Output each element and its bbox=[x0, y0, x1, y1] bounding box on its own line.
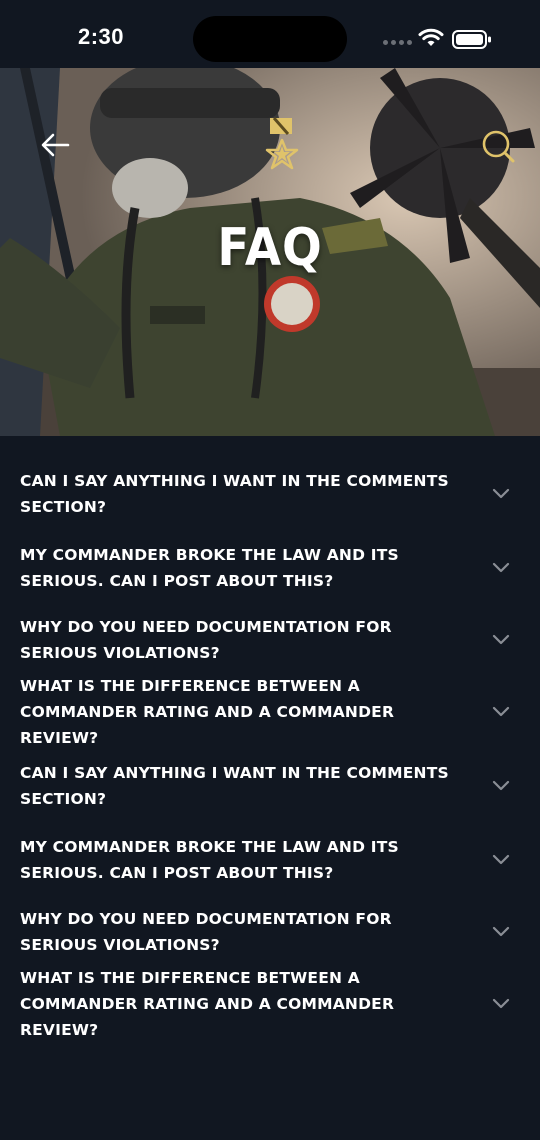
search-icon bbox=[482, 130, 515, 163]
arrow-left-icon bbox=[41, 133, 70, 157]
signal-icon bbox=[383, 40, 412, 45]
faq-item[interactable]: WHY DO YOU NEED DOCUMENTATION FOR SERIOU… bbox=[0, 604, 540, 676]
dynamic-island bbox=[193, 16, 347, 62]
hero-banner: FAQ bbox=[0, 68, 540, 436]
wifi-icon bbox=[418, 28, 444, 46]
chevron-down-icon bbox=[492, 780, 510, 791]
page-title: FAQ bbox=[217, 218, 323, 278]
status-time: 2:30 bbox=[78, 24, 125, 49]
battery-icon bbox=[452, 30, 491, 49]
faq-item[interactable]: MY COMMANDER BROKE THE LAW AND ITS SERIO… bbox=[0, 824, 540, 896]
search-button[interactable] bbox=[478, 126, 518, 166]
faq-item[interactable]: WHY DO YOU NEED DOCUMENTATION FOR SERIOU… bbox=[0, 896, 540, 968]
faq-question: MY COMMANDER BROKE THE LAW AND ITS SERIO… bbox=[20, 546, 399, 590]
faq-question: MY COMMANDER BROKE THE LAW AND ITS SERIO… bbox=[20, 838, 399, 882]
chevron-down-icon bbox=[492, 854, 510, 865]
faq-item[interactable]: CAN I SAY ANYTHING I WANT IN THE COMMENT… bbox=[0, 748, 540, 824]
faq-item[interactable]: CAN I SAY ANYTHING I WANT IN THE COMMENT… bbox=[0, 456, 540, 532]
faq-list: CAN I SAY ANYTHING I WANT IN THE COMMENT… bbox=[0, 456, 540, 1040]
faq-item[interactable]: WHAT IS THE DIFFERENCE BETWEEN A COMMAND… bbox=[0, 676, 540, 748]
faq-question: WHAT IS THE DIFFERENCE BETWEEN A COMMAND… bbox=[20, 969, 395, 1039]
status-bar: 2:30 bbox=[0, 0, 540, 68]
chevron-down-icon bbox=[492, 562, 510, 573]
back-button[interactable] bbox=[36, 126, 74, 164]
faq-question: CAN I SAY ANYTHING I WANT IN THE COMMENT… bbox=[20, 764, 449, 808]
chevron-down-icon bbox=[492, 706, 510, 717]
faq-item[interactable]: MY COMMANDER BROKE THE LAW AND ITS SERIO… bbox=[0, 532, 540, 604]
faq-question: WHY DO YOU NEED DOCUMENTATION FOR SERIOU… bbox=[20, 910, 392, 954]
faq-question: WHAT IS THE DIFFERENCE BETWEEN A COMMAND… bbox=[20, 677, 395, 747]
chevron-down-icon bbox=[492, 926, 510, 937]
medal-icon bbox=[265, 117, 299, 170]
chevron-down-icon bbox=[492, 998, 510, 1009]
chevron-down-icon bbox=[492, 634, 510, 645]
faq-question: CAN I SAY ANYTHING I WANT IN THE COMMENT… bbox=[20, 472, 449, 516]
faq-item[interactable]: WHAT IS THE DIFFERENCE BETWEEN A COMMAND… bbox=[0, 968, 540, 1040]
faq-question: WHY DO YOU NEED DOCUMENTATION FOR SERIOU… bbox=[20, 618, 392, 662]
chevron-down-icon bbox=[492, 488, 510, 499]
